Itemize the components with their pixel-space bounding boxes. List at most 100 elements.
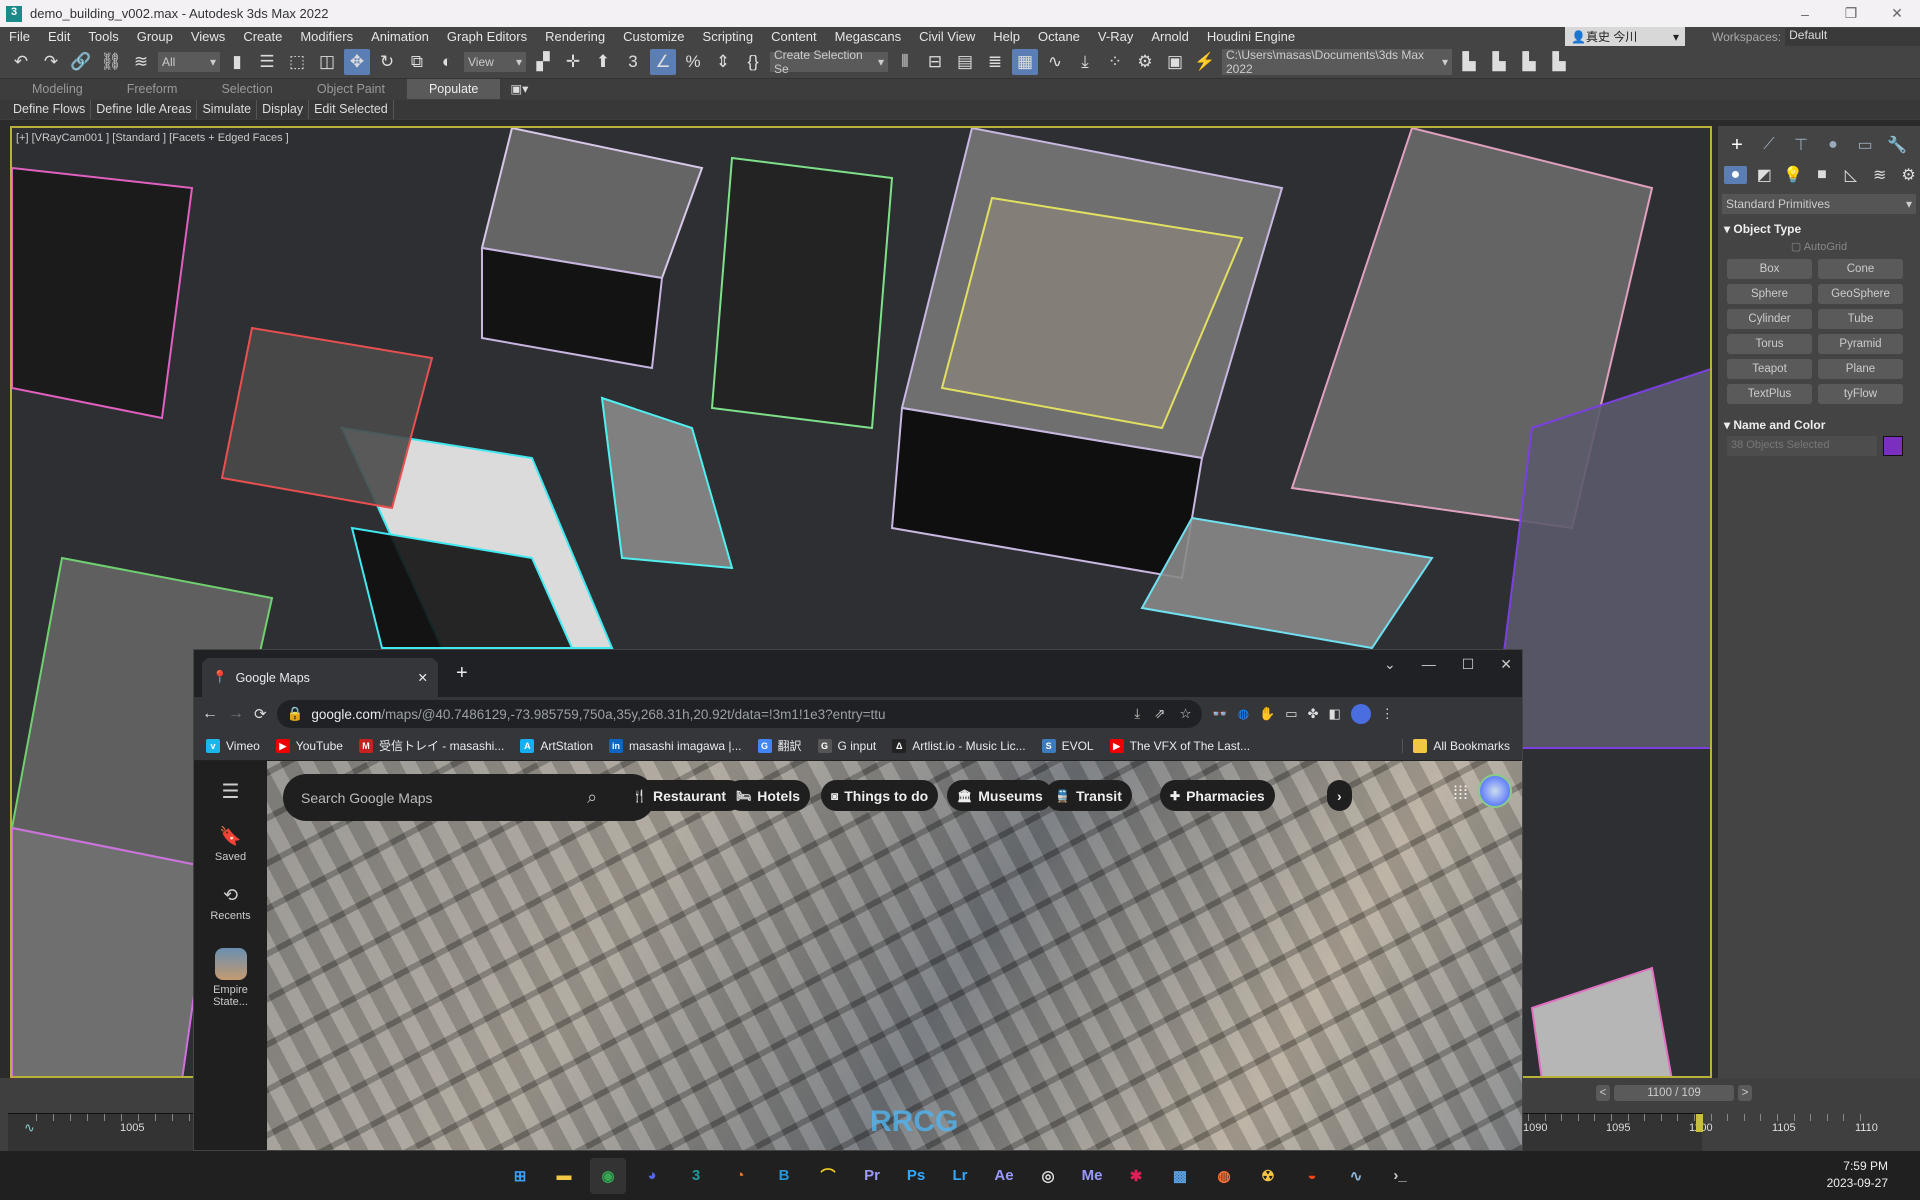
- bookmark-0[interactable]: v Vimeo: [206, 737, 260, 754]
- ribbon-options-icon[interactable]: ▣▾: [500, 79, 538, 99]
- taskbar-control-panel[interactable]: ▩: [1162, 1158, 1198, 1194]
- taskbar-obs[interactable]: ◎: [1030, 1158, 1066, 1194]
- menu-edit[interactable]: Edit: [39, 29, 79, 44]
- close-window-icon[interactable]: ✕: [1500, 656, 1512, 673]
- shapes-icon[interactable]: ◩: [1753, 165, 1776, 185]
- create-icon[interactable]: +: [1724, 134, 1750, 157]
- address-bar[interactable]: 🔒 google.com/maps/@40.7486129,-73.985759…: [276, 700, 1202, 728]
- undo-icon[interactable]: ↶: [8, 49, 34, 75]
- menu-create[interactable]: Create: [234, 29, 291, 44]
- create-pyramid-button[interactable]: Pyramid: [1818, 334, 1903, 354]
- next-frame-button[interactable]: >: [1738, 1085, 1752, 1101]
- minimize-icon[interactable]: —: [1422, 656, 1436, 673]
- maximize-button[interactable]: ❐: [1828, 0, 1874, 27]
- maps-side-recents[interactable]: ⟲ Recents: [194, 885, 267, 922]
- workspaces-dropdown[interactable]: Default: [1785, 27, 1920, 46]
- ribbon-toggle-icon[interactable]: ▦: [1012, 49, 1038, 75]
- tab-search-icon[interactable]: ⌄: [1384, 656, 1396, 673]
- taskbar-terminal[interactable]: ›_: [1382, 1158, 1418, 1194]
- time-slider[interactable]: 1100 / 109: [1614, 1085, 1734, 1101]
- menu-views[interactable]: Views: [182, 29, 234, 44]
- create-torus-button[interactable]: Torus: [1727, 334, 1812, 354]
- space-warps-icon[interactable]: ≋: [1868, 165, 1891, 185]
- create-cylinder-button[interactable]: Cylinder: [1727, 309, 1812, 329]
- reload-icon[interactable]: ⟳: [254, 705, 267, 723]
- keyboard-shortcut-icon[interactable]: ⬆: [590, 49, 616, 75]
- rendered-frame-icon[interactable]: ▣: [1162, 49, 1188, 75]
- motion-icon[interactable]: ⊤: [1788, 135, 1814, 155]
- taskbar-3ds-max[interactable]: 3: [678, 1158, 714, 1194]
- menu-group[interactable]: Group: [128, 29, 182, 44]
- ribbon-tab-populate[interactable]: Populate: [406, 79, 501, 99]
- new-tab-button[interactable]: +: [456, 662, 468, 685]
- maps-side-saved[interactable]: 🔖 Saved: [194, 826, 267, 863]
- chip-pharmacies[interactable]: ✚ Pharmacies: [1160, 780, 1275, 811]
- all-bookmarks-button[interactable]: All Bookmarks: [1402, 738, 1510, 753]
- adblock-extension-icon[interactable]: ✋: [1259, 706, 1275, 722]
- display-icon[interactable]: ●: [1820, 136, 1846, 154]
- named-selection-dropdown[interactable]: Create Selection Se ▾: [770, 48, 888, 76]
- maps-search-box[interactable]: Search Google Maps ⌕ ◆: [283, 774, 655, 821]
- menu-help[interactable]: Help: [984, 29, 1029, 44]
- user-account-dropdown[interactable]: 👤 真史 今川 ▾: [1565, 27, 1685, 46]
- object-type-rollout[interactable]: ▾ Object Type: [1718, 218, 1920, 240]
- create-teapot-button[interactable]: Teapot: [1727, 359, 1812, 379]
- shazam-extension-icon[interactable]: ◍: [1238, 706, 1249, 722]
- menu-v-ray[interactable]: V-Ray: [1089, 29, 1142, 44]
- object-name-field[interactable]: 38 Objects Selected: [1727, 436, 1877, 456]
- taskbar-chrome[interactable]: ◉: [590, 1157, 626, 1194]
- curve-editor-icon[interactable]: ∿: [1042, 49, 1068, 75]
- percent-snap-icon[interactable]: %: [680, 49, 706, 75]
- taskbar-app-b[interactable]: B: [766, 1158, 802, 1194]
- chip-hotels[interactable]: 🛏 Hotels: [726, 780, 811, 811]
- selection-filter-dropdown[interactable]: All ▾: [158, 52, 220, 72]
- menu-megascans[interactable]: Megascans: [826, 29, 910, 44]
- close-button[interactable]: ✕: [1874, 0, 1920, 27]
- menu-customize[interactable]: Customize: [614, 29, 693, 44]
- bookmark-3[interactable]: A ArtStation: [520, 737, 593, 754]
- taskbar-media-encoder[interactable]: Me: [1074, 1158, 1110, 1194]
- taskbar-houdini[interactable]: ◒: [1294, 1158, 1330, 1194]
- bookmark-8[interactable]: S EVOL: [1041, 737, 1094, 754]
- autogrid-checkbox[interactable]: ▢ AutoGrid: [1718, 240, 1920, 253]
- prev-frame-button[interactable]: <: [1596, 1085, 1610, 1101]
- bookmark-star-icon[interactable]: ☆: [1179, 706, 1191, 722]
- select-manipulate-icon[interactable]: ✛: [560, 49, 586, 75]
- align-icon[interactable]: ⊟: [922, 49, 948, 75]
- taskbar-premiere[interactable]: Pr: [854, 1158, 890, 1194]
- side-panel-icon[interactable]: ◧: [1329, 706, 1341, 722]
- menu-civil-view[interactable]: Civil View: [910, 29, 984, 44]
- rect-selection-icon[interactable]: ⬚: [284, 49, 310, 75]
- utilities-icon[interactable]: ▭: [1852, 135, 1878, 155]
- taskbar-app-arc[interactable]: ⌒: [810, 1158, 846, 1194]
- ribbon-button-define-idle-areas[interactable]: Define Idle Areas: [91, 100, 198, 119]
- mirror-icon[interactable]: ⫴: [892, 49, 918, 75]
- move-icon[interactable]: ✥: [344, 49, 370, 75]
- ribbon-button-simulate[interactable]: Simulate: [197, 100, 258, 119]
- tab-google-maps[interactable]: 📍 Google Maps ✕: [202, 658, 438, 697]
- render-setup-icon[interactable]: ⚙: [1132, 49, 1158, 75]
- menu-hamburger-icon[interactable]: ☰: [194, 779, 267, 804]
- rotate-icon[interactable]: ↻: [374, 49, 400, 75]
- create-cone-button[interactable]: Cone: [1818, 259, 1903, 279]
- hierarchy-icon[interactable]: ⟋: [1756, 136, 1782, 154]
- ribbon-tab-modeling[interactable]: Modeling: [10, 79, 105, 99]
- bookmark-1[interactable]: ▶ YouTube: [275, 737, 343, 754]
- menu-houdini-engine[interactable]: Houdini Engine: [1198, 29, 1304, 44]
- menu-scripting[interactable]: Scripting: [694, 29, 763, 44]
- bookmark-5[interactable]: G 翻訳: [757, 737, 802, 754]
- minimize-button[interactable]: –: [1782, 0, 1828, 27]
- bookmark-7[interactable]: Δ Artlist.io - Music Lic...: [892, 737, 1026, 754]
- menu-arnold[interactable]: Arnold: [1142, 29, 1198, 44]
- chip-museums[interactable]: 🏛 Museums: [947, 780, 1053, 811]
- menu-tools[interactable]: Tools: [79, 29, 127, 44]
- project-settings-icon[interactable]: ▙: [1546, 49, 1572, 75]
- open-project-icon[interactable]: ▙: [1486, 49, 1512, 75]
- maps-side-empire-state-[interactable]: Empire State...: [194, 948, 267, 1008]
- share-icon[interactable]: ⇗: [1154, 706, 1165, 722]
- geometry-icon[interactable]: ●: [1724, 166, 1747, 184]
- bookmark-6[interactable]: G G input: [817, 737, 876, 754]
- ribbon-tab-selection[interactable]: Selection: [199, 79, 294, 99]
- chip-transit[interactable]: 🚆 Transit: [1045, 780, 1132, 811]
- angle-snap-icon[interactable]: ∠: [650, 49, 676, 75]
